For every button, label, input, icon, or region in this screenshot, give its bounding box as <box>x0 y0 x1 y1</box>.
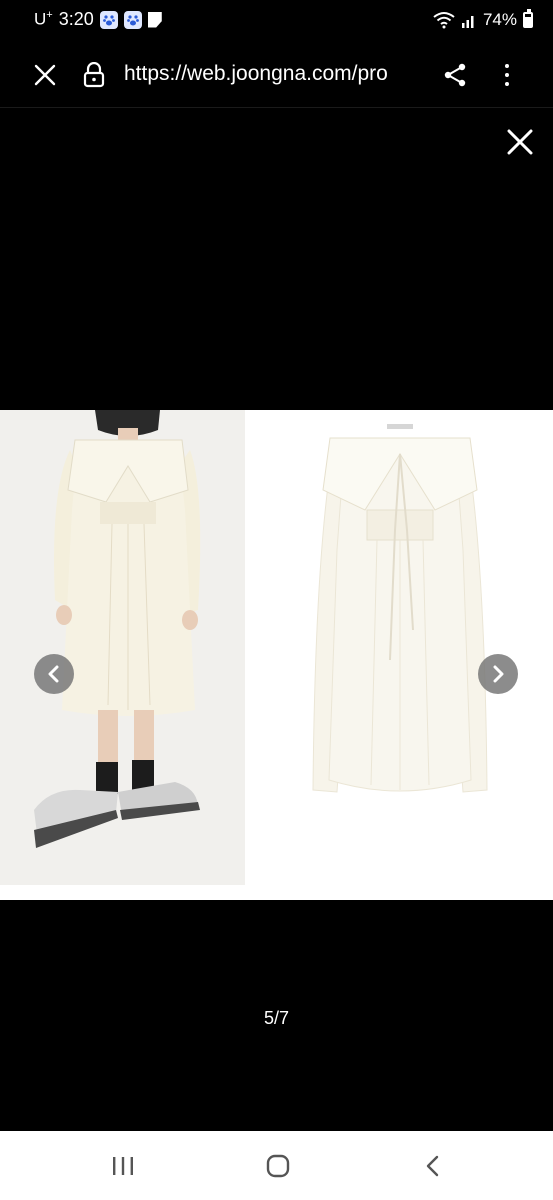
url-field[interactable]: https://web.joongna.com/pro <box>124 62 422 92</box>
document-icon <box>147 11 162 28</box>
image-viewer <box>0 109 553 1131</box>
close-icon[interactable] <box>30 60 60 90</box>
status-right: 74% <box>433 9 533 30</box>
back-icon[interactable] <box>417 1151 449 1181</box>
model-photo <box>0 410 245 885</box>
status-time: 3:20 <box>58 9 94 29</box>
system-navigation-bar <box>0 1131 553 1200</box>
image-counter: 5/7 <box>263 1008 290 1028</box>
more-vertical-icon[interactable] <box>496 60 518 90</box>
flat-dress-photo <box>245 410 553 900</box>
recents-icon[interactable] <box>107 1151 139 1181</box>
battery-icon <box>523 9 533 28</box>
browser-toolbar: https://web.joongna.com/pro <box>0 42 553 108</box>
chevron-right-icon[interactable] <box>478 654 518 694</box>
lock-icon[interactable] <box>82 61 106 88</box>
signal-icon <box>461 16 474 28</box>
share-icon[interactable] <box>442 62 468 88</box>
home-icon[interactable] <box>262 1151 294 1181</box>
status-bar: U+ 3:20 74% <box>0 0 553 42</box>
chevron-left-icon[interactable] <box>34 654 74 694</box>
close-icon[interactable] <box>505 127 535 157</box>
carrier-label: U+ <box>34 9 53 29</box>
paw-icon <box>123 10 142 29</box>
paw-icon <box>99 10 118 29</box>
product-photo[interactable] <box>0 410 553 900</box>
status-left: U+ 3:20 <box>34 9 162 30</box>
battery-percent: 74% <box>482 10 517 29</box>
wifi-icon <box>433 12 455 29</box>
